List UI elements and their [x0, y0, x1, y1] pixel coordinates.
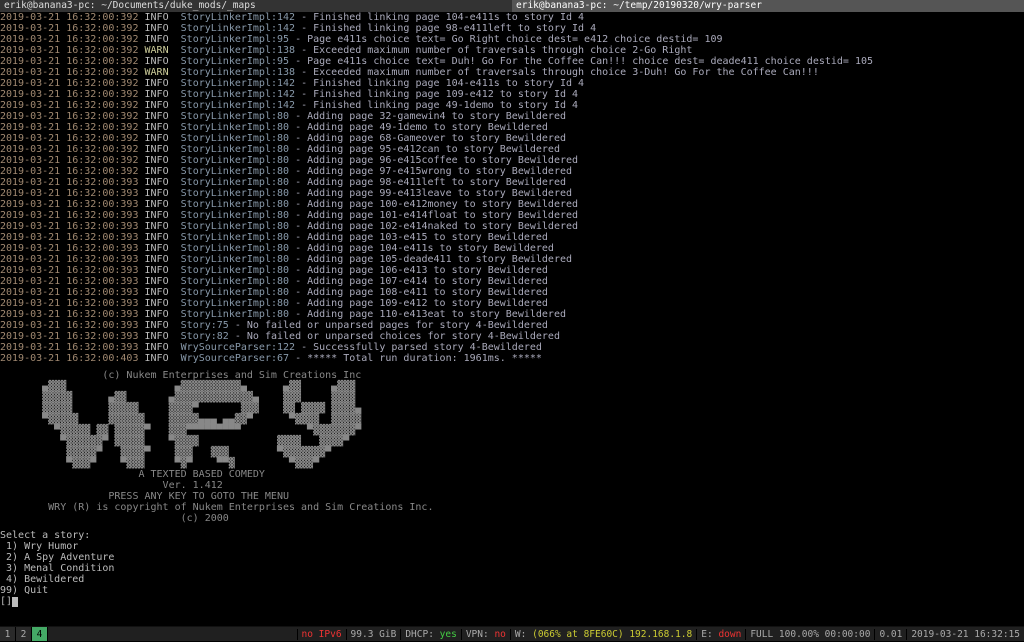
ascii-art-line: ▄▓▓▓ ▄▓▓▓▓▓▓▓▓▓▓▄ ▄▓▓ ▄▓▓▓: [0, 381, 1022, 392]
menu-item-2[interactable]: 3) Menal Condition: [0, 563, 1022, 574]
log-line: 2019-03-21 16:32:00:392 INFO StoryLinker…: [0, 56, 1022, 67]
status-wifi: W: (066% at 8FE60C) 192.168.1.8: [510, 629, 696, 640]
log-line: 2019-03-21 16:32:00:392 INFO StoryLinker…: [0, 78, 1022, 89]
status-datetime: 2019-03-21 16:32:15: [906, 629, 1024, 640]
log-line: 2019-03-21 16:32:00:393 INFO StoryLinker…: [0, 298, 1022, 309]
i3-status-bar: 124 no IPv6 99.3 GiB DHCP: yes VPN: no W…: [0, 626, 1024, 641]
log-line: 2019-03-21 16:32:00:393 INFO StoryLinker…: [0, 254, 1022, 265]
log-line: 2019-03-21 16:32:00:393 INFO Story:75 - …: [0, 320, 1022, 331]
log-line: 2019-03-21 16:32:00:393 INFO StoryLinker…: [0, 199, 1022, 210]
ascii-art-line: ▀▓▓▓▀ ▀▓▓▓ ▀▓▀ ▀▀▓ ▀▓▓▓▀: [0, 458, 1022, 469]
status-load: 0.01: [874, 629, 906, 640]
menu-item-1[interactable]: 2) A Spy Adventure: [0, 552, 1022, 563]
log-line: 2019-03-21 16:32:00:392 INFO StoryLinker…: [0, 144, 1022, 155]
log-line: 2019-03-21 16:32:00:393 INFO StoryLinker…: [0, 210, 1022, 221]
menu-item-3[interactable]: 4) Bewildered: [0, 574, 1022, 585]
log-line: 2019-03-21 16:32:00:393 INFO StoryLinker…: [0, 221, 1022, 232]
status-dhcp: DHCP: yes: [400, 629, 461, 640]
log-line: 2019-03-21 16:32:00:393 INFO StoryLinker…: [0, 232, 1022, 243]
tmux-right-title: erik@banana3-pc: ~/temp/20190320/wry-par…: [512, 0, 1024, 12]
status-vpn: VPN: no: [461, 629, 510, 640]
workspace-tab-4[interactable]: 4: [32, 627, 48, 641]
tmux-titlebar: erik@banana3-pc: ~/Documents/duke_mods/_…: [0, 0, 1024, 12]
log-line: 2019-03-21 16:32:00:392 INFO StoryLinker…: [0, 155, 1022, 166]
log-line: 2019-03-21 16:32:00:393 INFO StoryLinker…: [0, 177, 1022, 188]
ascii-art-line: Ver. 1.412: [0, 480, 1022, 491]
log-line: 2019-03-21 16:32:00:393 INFO StoryLinker…: [0, 309, 1022, 320]
workspace-tab-2[interactable]: 2: [16, 627, 32, 641]
ascii-art-line: PRESS ANY KEY TO GOTO THE MENU: [0, 491, 1022, 502]
log-line: 2019-03-21 16:32:00:393 INFO StoryLinker…: [0, 287, 1022, 298]
ascii-art-line: ▀▓▓▓▓▓ ▓▓▓▓▓▓ ▓▓▓▓▓▄▄▄ ▄▄▓▓▀ ▀▓▓▓▓ ▓▓▓▓▓: [0, 414, 1022, 425]
log-line: 2019-03-21 16:32:00:393 INFO WrySourcePa…: [0, 342, 1022, 353]
ascii-art-line: A TEXTED BASED COMEDY: [0, 469, 1022, 480]
log-line: 2019-03-21 16:32:00:393 INFO StoryLinker…: [0, 265, 1022, 276]
ascii-art-line: WRY (R) is copyright of Nukem Enterprise…: [0, 502, 1022, 513]
log-line: 2019-03-21 16:32:00:392 WARN StoryLinker…: [0, 45, 1022, 56]
menu-item-4[interactable]: 99) Quit: [0, 585, 1022, 596]
ascii-art-line: ▓▓▓▓▓ ▓▓▓▓▓ ▓▓▓▓▀ ▓▓▓ ▓▓ ▓▓▓▓ ▓▓▓▓▄: [0, 403, 1022, 414]
workspace-tab-1[interactable]: 1: [0, 627, 16, 641]
ascii-art-line: ▀▓▓▓▓▓▓▀ ▓▓▓▓▓ ▀▓▓▓▓ ▓▓▓▓ ▓▓▓▓▀: [0, 436, 1022, 447]
log-line: 2019-03-21 16:32:00:392 INFO StoryLinker…: [0, 100, 1022, 111]
workspace-tabs: 124: [0, 627, 48, 641]
status-disk: 99.3 GiB: [346, 629, 401, 640]
log-line: 2019-03-21 16:32:00:392 INFO StoryLinker…: [0, 133, 1022, 144]
log-line: 2019-03-21 16:32:00:392 INFO StoryLinker…: [0, 122, 1022, 133]
status-eth: E: down: [696, 629, 745, 640]
ascii-art-line: ▓▓▓▓▓▀ ▓▓▓▓▀ ▓▓▓ ▓▓▓ ▀▓▓▓▓▓▓▓▀: [0, 447, 1022, 458]
status-ipv6: no IPv6: [297, 629, 346, 640]
ascii-art-line: (c) 2000: [0, 513, 1022, 524]
log-line: 2019-03-21 16:32:00:392 INFO StoryLinker…: [0, 166, 1022, 177]
log-line: 2019-03-21 16:32:00:392 INFO StoryLinker…: [0, 12, 1022, 23]
left-pane: 2019-03-21 16:32:00:392 INFO StoryLinker…: [0, 12, 1023, 625]
ascii-art-line: ▀▓▓▓▓▓ ▓▓ ▓▓▓▓▓▀ ▓▓▓▀▀▀▀▀▀▀▀▀ ▀▓▓▓▓▓▓▓▀: [0, 425, 1022, 436]
log-line: 2019-03-21 16:32:00:393 INFO Story:82 - …: [0, 331, 1022, 342]
log-line: 2019-03-21 16:32:00:392 INFO StoryLinker…: [0, 89, 1022, 100]
ascii-art-line: (c) Nukem Enterprises and Sim Creations …: [0, 370, 1022, 381]
log-line: 2019-03-21 16:32:00:392 WARN StoryLinker…: [0, 67, 1022, 78]
menu-item-0[interactable]: 1) Wry Humor: [0, 541, 1022, 552]
log-line: 2019-03-21 16:32:00:392 INFO StoryLinker…: [0, 34, 1022, 45]
log-line: 2019-03-21 16:32:00:393 INFO StoryLinker…: [0, 276, 1022, 287]
log-line: 2019-03-21 16:32:00:393 INFO StoryLinker…: [0, 188, 1022, 199]
status-battery: FULL 100.00% 00:00:00: [745, 629, 874, 640]
log-line: 2019-03-21 16:32:00:403 INFO WrySourcePa…: [0, 353, 1022, 364]
menu-prompt: Select a story:: [0, 530, 1022, 541]
ascii-art-line: ▓▓▓▓▓ ▄▓▓ ▄▓▓▓▓▓▓▓▓▓▓▓▓▓▄ ▓▓▓ ▓▓▓▓: [0, 392, 1022, 403]
tmux-left-title: erik@banana3-pc: ~/Documents/duke_mods/_…: [0, 0, 512, 12]
input-line[interactable]: []: [0, 596, 1022, 607]
log-line: 2019-03-21 16:32:00:393 INFO StoryLinker…: [0, 243, 1022, 254]
log-line: 2019-03-21 16:32:00:392 INFO StoryLinker…: [0, 111, 1022, 122]
log-line: 2019-03-21 16:32:00:392 INFO StoryLinker…: [0, 23, 1022, 34]
